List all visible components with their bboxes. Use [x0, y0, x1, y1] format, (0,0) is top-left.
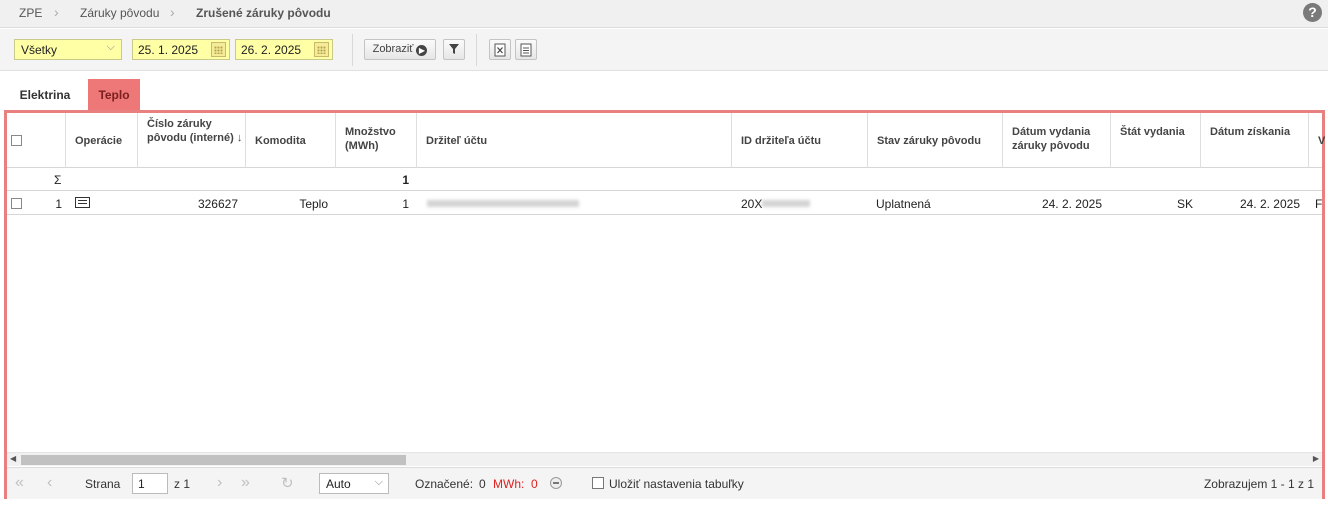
column-header-country[interactable]: Štát vydania [1111, 113, 1201, 168]
chevron-down-icon: ⌵ [374, 476, 383, 488]
row-commodity: Teplo [299, 197, 328, 211]
mwh-value: 0 [531, 477, 538, 491]
chevron-right-icon: › [54, 4, 59, 20]
column-header-commodity[interactable]: Komodita [246, 113, 336, 168]
divider [352, 34, 353, 66]
page-total: z 1 [174, 477, 191, 491]
column-header-issue-date[interactable]: Dátum vydania záruky pôvodu [1003, 113, 1111, 168]
sum-symbol: Σ [54, 173, 62, 187]
scrollbar-thumb[interactable] [21, 455, 406, 465]
refresh-icon[interactable]: ↻ [281, 474, 294, 492]
breadcrumb: ZPE › Záruky pôvodu › Zrušené záruky pôv… [0, 0, 1328, 28]
pager-status: Zobrazujem 1 - 1 z 1 [1203, 477, 1314, 491]
chevron-down-icon: ⌵ [106, 41, 115, 53]
column-header-holder[interactable]: Držiteľ účtu [417, 113, 732, 168]
show-button[interactable]: Zobraziť ▶ [364, 39, 436, 60]
date-from-input[interactable]: 25. 1. 2025 [132, 39, 230, 60]
export-document-button[interactable] [515, 39, 537, 60]
pager: « ‹ Strana 1 z 1 › » ↻ Auto ⌵ Označené: … [7, 467, 1322, 499]
column-header-holder-id[interactable]: ID držiteľa účtu [732, 113, 868, 168]
row-issue-date: 24. 2. 2025 [1041, 197, 1102, 211]
row-holder-id: 20X [741, 197, 763, 211]
save-settings-label: Uložiť nastavenia tabuľky [609, 477, 744, 491]
date-to-input[interactable]: 26. 2. 2025 [235, 39, 333, 60]
summary-row: Σ 1 [7, 169, 1322, 191]
filter-icon [449, 44, 459, 54]
status-filter-select[interactable]: Všetky ⌵ [14, 39, 122, 60]
status-filter-value: Všetky [21, 43, 58, 57]
row-status: Uplatnená [876, 197, 931, 211]
selected-count: 0 [479, 477, 486, 491]
grid-header: Operácie Číslo záruky pôvodu (interné) ↓… [7, 113, 1325, 168]
divider [476, 34, 477, 66]
redacted-holder-name [427, 200, 579, 207]
redacted-holder-id [762, 200, 810, 207]
sum-quantity: 1 [402, 173, 409, 187]
selected-label: Označené: [415, 477, 474, 491]
breadcrumb-item-zpe[interactable]: ZPE [19, 6, 42, 20]
tab-elektrina[interactable]: Elektrina [10, 79, 80, 110]
select-all-checkbox[interactable] [11, 135, 22, 146]
column-header-obtained-date[interactable]: Dátum získania [1201, 113, 1309, 168]
arrow-right-circle-icon: ▶ [416, 45, 428, 56]
horizontal-scrollbar[interactable]: ◀ ▶ [7, 452, 1322, 466]
select-all-header [7, 113, 66, 168]
row-checkbox[interactable] [11, 198, 22, 209]
column-header-number[interactable]: Číslo záruky pôvodu (interné) ↓ [138, 113, 246, 168]
row-quantity: 1 [402, 197, 409, 211]
date-to-value: 26. 2. 2025 [241, 43, 302, 57]
mwh-label: MWh: [493, 477, 525, 491]
calendar-icon[interactable] [314, 42, 329, 57]
next-page-icon[interactable]: › [217, 474, 222, 492]
help-icon[interactable]: ? [1303, 3, 1322, 22]
page-number-input[interactable]: 1 [132, 473, 168, 494]
detail-list-icon[interactable] [75, 197, 90, 208]
column-header-extra[interactable]: V [1309, 113, 1325, 168]
row-extra: F [1315, 197, 1323, 211]
column-header-operations[interactable]: Operácie [66, 113, 138, 168]
previous-page-icon[interactable]: ‹ [47, 474, 52, 492]
row-country: SK [1176, 197, 1193, 211]
tab-teplo[interactable]: Teplo [88, 79, 140, 110]
guarantees-grid: Operácie Číslo záruky pôvodu (interné) ↓… [4, 110, 1325, 499]
last-page-icon[interactable]: » [241, 474, 250, 492]
export-excel-button[interactable] [489, 39, 511, 60]
excel-export-icon [494, 43, 506, 57]
clear-selection-icon[interactable] [550, 477, 562, 489]
chevron-right-icon: › [170, 4, 175, 20]
table-row[interactable]: 1 326627 Teplo 1 20X Uplatnená 24. 2. 20… [7, 192, 1322, 215]
filter-toolbar: Všetky ⌵ 25. 1. 2025 26. 2. 2025 Zobrazi… [0, 29, 1328, 71]
document-export-icon [520, 43, 532, 57]
calendar-icon[interactable] [211, 42, 226, 57]
row-number: 326627 [197, 197, 238, 211]
date-from-value: 25. 1. 2025 [138, 43, 199, 57]
row-obtained-date: 24. 2. 2025 [1239, 197, 1300, 211]
page-label: Strana [85, 477, 121, 491]
first-page-icon[interactable]: « [15, 474, 24, 492]
scroll-right-icon[interactable]: ▶ [1313, 454, 1319, 463]
breadcrumb-item-guarantees[interactable]: Záruky pôvodu [80, 6, 159, 20]
page-size-value: Auto [326, 477, 351, 491]
page-title: Zrušené záruky pôvodu [196, 6, 331, 20]
save-settings-checkbox[interactable] [592, 477, 604, 489]
scroll-left-icon[interactable]: ◀ [10, 454, 16, 463]
filter-button[interactable] [443, 39, 465, 60]
column-header-quantity[interactable]: Množstvo (MWh) [336, 113, 417, 168]
page-size-select[interactable]: Auto ⌵ [319, 473, 389, 494]
column-header-status[interactable]: Stav záruky pôvodu [868, 113, 1003, 168]
row-index: 1 [55, 197, 62, 211]
show-button-label: Zobraziť [372, 43, 414, 55]
